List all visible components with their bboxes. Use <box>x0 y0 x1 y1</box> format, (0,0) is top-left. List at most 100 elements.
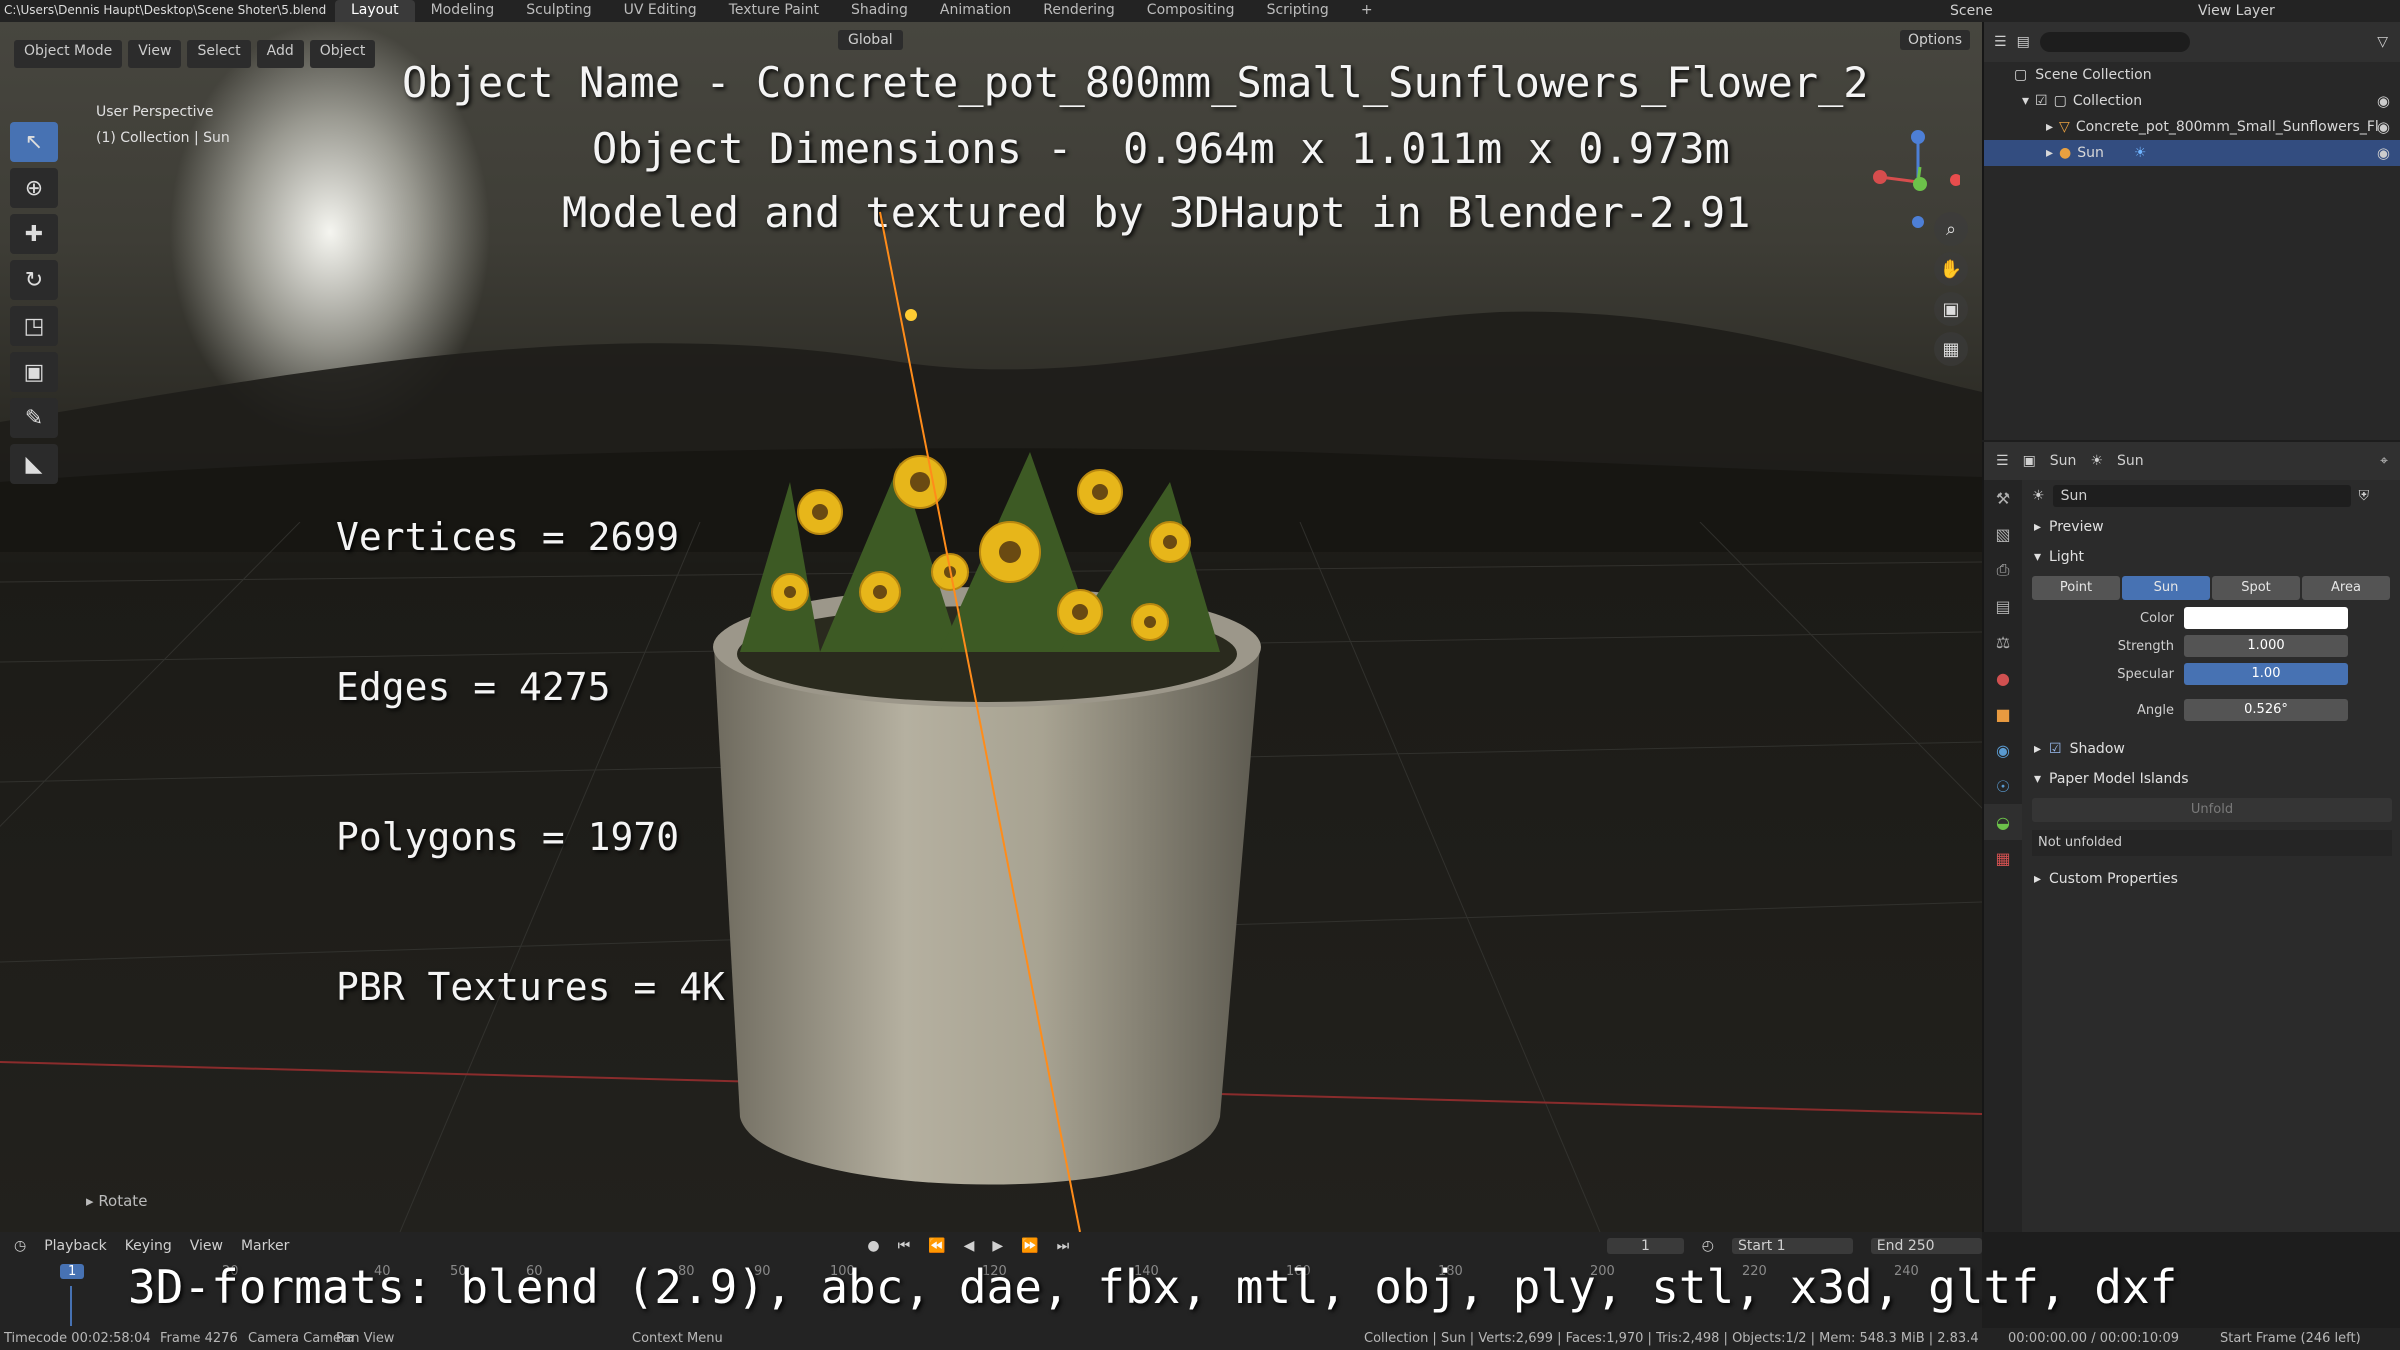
light-type-spot[interactable]: Spot <box>2212 576 2300 600</box>
display-mode-icon[interactable]: ▤ <box>2017 34 2030 50</box>
shield-icon[interactable]: ⛨ <box>2359 488 2370 504</box>
record-icon[interactable]: ● <box>867 1238 879 1254</box>
tab-sculpting[interactable]: Sculpting <box>510 0 607 22</box>
annotate-tool[interactable]: ✎ <box>10 398 58 438</box>
outliner-collection[interactable]: ▾ ☑ ▢ Collection ◉ <box>1984 88 2400 114</box>
eye-icon[interactable]: ◉ <box>2377 92 2390 110</box>
filter-icon[interactable]: ▽ <box>2377 34 2388 50</box>
outliner-item-sun[interactable]: ▸ ● Sun ☀ ◉ <box>1984 140 2400 166</box>
expand-arrow-icon[interactable]: ▸ <box>2046 145 2053 161</box>
next-keyframe-icon[interactable]: ⏩ <box>1021 1238 1038 1254</box>
eye-icon[interactable]: ◉ <box>2377 144 2390 162</box>
select-box-tool[interactable]: ↖ <box>10 122 58 162</box>
tab-rendering[interactable]: Rendering <box>1027 0 1131 22</box>
add-workspace-icon[interactable]: + <box>1345 0 1389 22</box>
color-swatch[interactable] <box>2184 607 2348 629</box>
pan-hand-icon[interactable]: ✋ <box>1934 252 1968 286</box>
marker-menu[interactable]: Marker <box>241 1238 289 1254</box>
tab-compositing[interactable]: Compositing <box>1131 0 1251 22</box>
light-data-tab-icon[interactable]: ◒ <box>1984 804 2022 840</box>
keying-menu[interactable]: Keying <box>125 1238 172 1254</box>
sun-light-object[interactable] <box>860 172 1120 1232</box>
scale-tool[interactable]: ◳ <box>10 306 58 346</box>
playhead[interactable]: 1 <box>60 1264 85 1279</box>
add-menu[interactable]: Add <box>256 40 304 68</box>
constraints-tab-icon[interactable]: ☉ <box>1984 768 2022 804</box>
panel-light[interactable]: ▾ Light <box>2024 542 2400 572</box>
view-layer-selector[interactable]: View Layer <box>2198 3 2275 19</box>
light-type-sun[interactable]: Sun <box>2122 576 2210 600</box>
render-tab-icon[interactable]: ▧ <box>1984 516 2022 552</box>
playhead-line <box>70 1286 72 1326</box>
camera-icon[interactable]: ▣ <box>1934 292 1968 326</box>
tab-scripting[interactable]: Scripting <box>1251 0 1345 22</box>
light-type-point[interactable]: Point <box>2032 576 2120 600</box>
tool-tab-icon[interactable]: ⚒ <box>1984 480 2022 516</box>
options-dropdown[interactable]: Options <box>1900 30 1971 50</box>
panel-preview[interactable]: ▸ Preview <box>2024 512 2400 542</box>
3d-viewport[interactable]: Object Mode View Select Add Object Globa… <box>0 22 1982 1232</box>
tab-uv-editing[interactable]: UV Editing <box>608 0 713 22</box>
panel-shadow[interactable]: ▸ ☑ Shadow <box>2024 734 2400 764</box>
scene-selector[interactable]: Scene <box>1950 3 1993 19</box>
end-frame-field[interactable]: End 250 <box>1870 1238 1982 1254</box>
prev-keyframe-icon[interactable]: ⏪ <box>928 1238 945 1254</box>
eye-icon[interactable]: ◉ <box>2377 118 2390 136</box>
light-type-area[interactable]: Area <box>2302 576 2390 600</box>
clock-icon[interactable]: ◴ <box>1702 1238 1714 1254</box>
outliner-search-input[interactable] <box>2039 32 2190 52</box>
move-tool[interactable]: ✚ <box>10 214 58 254</box>
outliner-item-pot[interactable]: ▸ ▽ Concrete_pot_800mm_Small_Sunflowers_… <box>1984 114 2400 140</box>
strength-field[interactable]: 1.000 <box>2184 635 2348 657</box>
zoom-icon[interactable]: ⌕ <box>1934 212 1968 246</box>
object-mode-dropdown[interactable]: Object Mode <box>14 40 123 68</box>
scene-tab-icon[interactable]: ⚖ <box>1984 624 2022 660</box>
playback-menu[interactable]: Playback <box>44 1238 106 1254</box>
angle-field[interactable]: 0.526° <box>2184 699 2348 721</box>
datablock-name-field[interactable]: Sun <box>2052 485 2351 507</box>
checkbox-icon[interactable]: ☑ <box>2035 93 2048 109</box>
rotate-operator-panel[interactable]: ▸ Rotate <box>86 1192 147 1210</box>
object-tab-icon[interactable]: ■ <box>1984 696 2022 732</box>
physics-tab-icon[interactable]: ◉ <box>1984 732 2022 768</box>
start-frame-field[interactable]: Start 1 <box>1731 1238 1853 1254</box>
jump-end-icon[interactable]: ⏭ <box>1057 1238 1070 1254</box>
editor-type-icon[interactable]: ◷ <box>14 1238 26 1254</box>
expand-arrow-icon[interactable]: ▾ <box>2022 93 2029 109</box>
play-icon[interactable]: ▶ <box>992 1238 1003 1254</box>
view-layer-tab-icon[interactable]: ▤ <box>1984 588 2022 624</box>
current-frame-field[interactable]: 1 <box>1607 1238 1684 1254</box>
world-tab-icon[interactable]: ● <box>1984 660 2022 696</box>
light-datablock-icon[interactable]: ☀ <box>2032 488 2045 504</box>
output-tab-icon[interactable]: ⎙ <box>1984 552 2022 588</box>
specular-slider[interactable]: 1.00 <box>2184 663 2348 685</box>
grid-view-icon[interactable]: ▦ <box>1934 332 1968 366</box>
transform-tool[interactable]: ▣ <box>10 352 58 392</box>
tab-modeling[interactable]: Modeling <box>415 0 511 22</box>
timeline-view-menu[interactable]: View <box>190 1238 223 1254</box>
rotate-tool[interactable]: ↻ <box>10 260 58 300</box>
view-menu[interactable]: View <box>128 40 182 68</box>
panel-paper-model[interactable]: ▾ Paper Model Islands <box>2024 764 2400 794</box>
cursor-tool[interactable]: ⊕ <box>10 168 58 208</box>
tab-layout[interactable]: Layout <box>335 0 415 22</box>
measure-tool[interactable]: ◣ <box>10 444 58 484</box>
texture-tab-icon[interactable]: ▦ <box>1984 840 2022 876</box>
outliner-scene-collection[interactable]: ▢ Scene Collection <box>1984 62 2400 88</box>
unfold-button[interactable]: Unfold <box>2032 798 2392 822</box>
pin-icon[interactable]: ⌖ <box>2380 453 2388 469</box>
jump-start-icon[interactable]: ⏮ <box>898 1238 911 1254</box>
tab-texture-paint[interactable]: Texture Paint <box>713 0 835 22</box>
tab-shading[interactable]: Shading <box>835 0 924 22</box>
expand-arrow-icon[interactable]: ▸ <box>2046 119 2053 135</box>
overlay-formats: 3D-formats: blend (2.9), abc, dae, fbx, … <box>128 1260 2178 1314</box>
object-menu[interactable]: Object <box>309 40 376 68</box>
panel-custom-properties[interactable]: ▸ Custom Properties <box>2024 864 2400 894</box>
editor-type-icon[interactable]: ☰ <box>1994 34 2007 50</box>
transform-orientation-dropdown[interactable]: Global <box>838 30 903 50</box>
checkbox-checked-icon[interactable]: ☑ <box>2049 741 2062 757</box>
play-reverse-icon[interactable]: ◀ <box>964 1238 975 1254</box>
select-menu[interactable]: Select <box>187 40 251 68</box>
tab-animation[interactable]: Animation <box>924 0 1027 22</box>
editor-type-icon[interactable]: ☰ <box>1996 453 2009 469</box>
